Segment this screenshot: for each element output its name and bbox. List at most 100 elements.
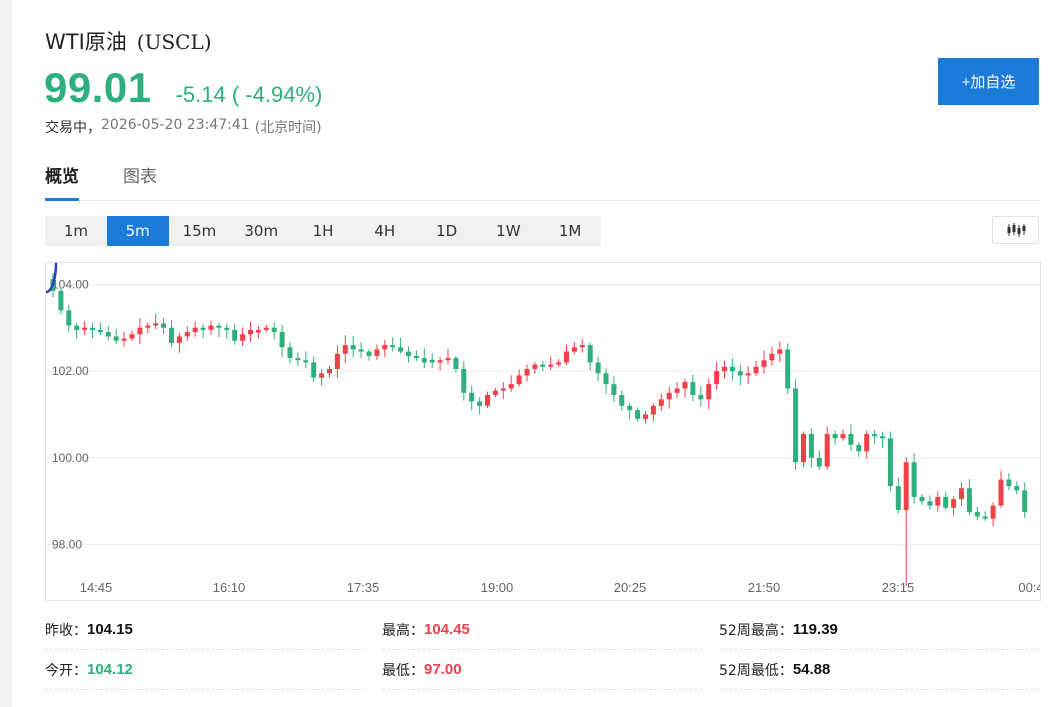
candle-body <box>445 358 451 361</box>
timezone-label: (北京时间) <box>254 120 322 136</box>
candle-body <box>777 349 783 354</box>
interval-30m[interactable]: 30m <box>230 216 292 246</box>
candle-body <box>279 332 285 348</box>
candle-body <box>974 512 980 517</box>
candle-body <box>887 438 893 487</box>
candle-body <box>769 353 775 361</box>
candle-body <box>1022 490 1028 513</box>
candle-body <box>311 362 317 378</box>
x-tick-label: 16:10 <box>213 580 246 595</box>
candle-body <box>216 325 222 328</box>
candle-body <box>492 390 498 395</box>
candle-body <box>658 399 664 406</box>
candle-body <box>327 368 332 374</box>
interval-1d[interactable]: 1D <box>416 216 478 246</box>
candle-body <box>864 434 870 452</box>
x-tick-label: 19:00 <box>481 580 514 595</box>
candle-body <box>808 434 814 458</box>
interval-1h[interactable]: 1H <box>292 216 354 246</box>
price-chart[interactable]: 104.00 102.00 100.00 98.00 14:45 16:10 17:35 19… <box>45 262 1041 601</box>
chart-type-button[interactable] <box>992 216 1039 244</box>
candle-body <box>540 364 546 367</box>
candle-body <box>477 401 483 406</box>
candle-body <box>706 384 712 400</box>
x-tick-label: 23:15 <box>882 580 915 595</box>
candlestick-chart-svg: 104.00 102.00 100.00 98.00 14:45 16:10 17:35 19… <box>46 263 1041 595</box>
candle-body <box>105 332 111 337</box>
candle-body <box>453 358 459 369</box>
candle-body <box>74 325 80 330</box>
candle-body <box>532 364 538 369</box>
x-tick-label: 21:50 <box>748 580 781 595</box>
candle-body <box>619 394 625 406</box>
candle-body <box>240 334 246 341</box>
candle-body <box>895 486 901 510</box>
candle-body <box>603 373 609 385</box>
candle-body <box>548 364 554 367</box>
candle-body <box>208 325 214 330</box>
trading-status: 交易中， <box>45 120 101 136</box>
candle-body <box>919 496 925 502</box>
candle-body <box>248 329 253 335</box>
candle-body <box>1014 486 1020 491</box>
stat-open: 今开： 104.12 <box>45 650 365 690</box>
candle-body <box>998 479 1004 506</box>
candle-body <box>255 329 261 333</box>
x-tick-label: 00:4 <box>1018 580 1041 595</box>
candle-body <box>263 327 269 330</box>
candle-body <box>398 347 404 352</box>
candle-body <box>461 368 467 393</box>
candle-body <box>137 327 143 335</box>
candle-body <box>58 290 64 311</box>
candle-body <box>382 345 388 350</box>
instrument-name: WTI原油 <box>45 30 127 54</box>
candle-body <box>192 327 198 333</box>
y-tick-label: 104.00 <box>52 277 89 291</box>
candle-body <box>1006 479 1012 487</box>
candle-body <box>966 488 972 513</box>
candle-body <box>413 355 419 359</box>
candle-body <box>334 353 340 369</box>
candle-body <box>271 327 277 333</box>
candle-body <box>556 362 562 365</box>
candle-body <box>571 347 577 352</box>
instrument-header: WTI原油 (USCL) <box>45 26 212 56</box>
candle-body <box>121 338 127 341</box>
candle-body <box>824 434 830 467</box>
candle-body <box>714 371 720 385</box>
candle-body <box>97 329 103 333</box>
candle-body <box>516 375 522 385</box>
candle-body <box>935 496 941 506</box>
tab-overview[interactable]: 概览 <box>45 163 79 201</box>
candle-body <box>200 327 206 330</box>
candle-body <box>635 410 641 419</box>
candle-body <box>587 345 593 363</box>
candle-body <box>90 327 95 330</box>
candle-body <box>698 394 704 400</box>
candle-body <box>666 392 672 400</box>
candle-body <box>832 434 838 439</box>
candle-body <box>500 388 506 391</box>
candle-body <box>319 373 325 378</box>
candle-body <box>990 505 996 519</box>
candle-body <box>650 405 656 415</box>
y-tick-label: 100.00 <box>52 451 89 465</box>
interval-15m[interactable]: 15m <box>169 216 231 246</box>
candle-body <box>295 358 301 361</box>
candle-body <box>880 436 885 439</box>
interval-1m[interactable]: 1m <box>45 216 107 246</box>
candle-body <box>745 373 751 376</box>
candle-body <box>303 360 309 363</box>
interval-4h[interactable]: 4H <box>354 216 416 246</box>
interval-1mo[interactable]: 1M <box>539 216 601 246</box>
candle-body <box>232 329 238 341</box>
interval-5m[interactable]: 5m <box>106 216 169 246</box>
candle-body <box>406 351 411 356</box>
tab-chart[interactable]: 图表 <box>123 163 157 201</box>
interval-1w[interactable]: 1W <box>477 216 539 246</box>
candle-body <box>161 323 167 328</box>
candle-body <box>682 381 688 389</box>
candle-body <box>785 349 791 389</box>
add-to-watchlist-button[interactable]: +加自选 <box>938 58 1039 105</box>
candle-body <box>943 496 949 508</box>
